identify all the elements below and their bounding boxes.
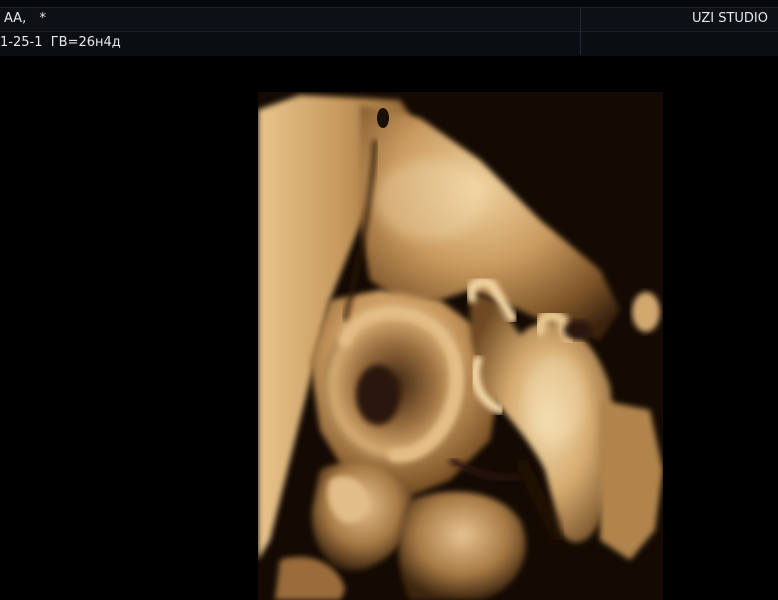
finger-gap-shadow xyxy=(564,320,592,340)
ultrasound-screen: АА, * UZI STUDIO 1-25-1 ГВ=26н4д xyxy=(0,0,778,600)
floating-artifact xyxy=(632,292,660,332)
fetal-3d-render xyxy=(258,92,663,600)
header-row-patient xyxy=(0,7,778,32)
info-header: АА, * UZI STUDIO 1-25-1 ГВ=26н4д xyxy=(0,0,778,57)
lower-center-structure xyxy=(398,491,526,600)
ear-canal xyxy=(356,365,400,425)
header-divider xyxy=(580,7,581,55)
highlight-forehead xyxy=(375,160,485,240)
volume-notch xyxy=(377,108,389,128)
patient-label: АА, * xyxy=(4,11,47,26)
studio-label: UZI STUDIO xyxy=(692,11,768,26)
exam-label: 1-25-1 ГВ=26н4д xyxy=(0,35,121,50)
highlight-hand xyxy=(525,355,585,445)
volume-region xyxy=(258,92,663,600)
ultrasound-viewport xyxy=(0,56,778,600)
